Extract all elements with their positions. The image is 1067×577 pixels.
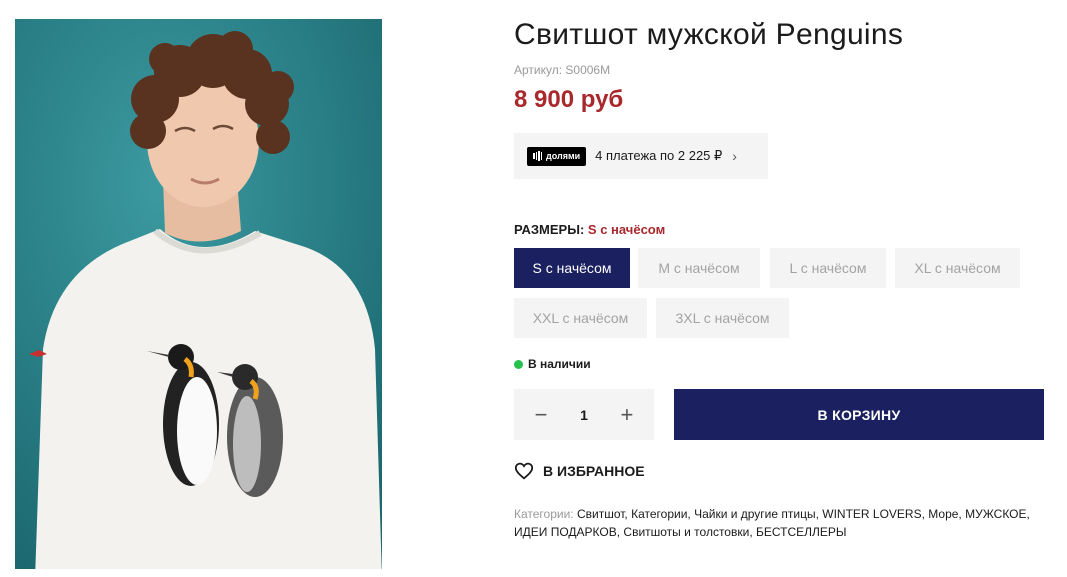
- selected-size: S с начёсом: [587, 222, 666, 237]
- categories: Категории: Свитшот, Категории, Чайки и д…: [514, 505, 1034, 541]
- quantity-stepper: − 1 +: [514, 389, 654, 440]
- dolyami-logo-icon: [533, 151, 542, 161]
- installments-text: 4 платежа по 2 225 ₽: [595, 148, 723, 163]
- size-option-s[interactable]: S с начёсом: [514, 248, 630, 288]
- stock-text: В наличии: [528, 357, 591, 371]
- chevron-right-icon: ›: [732, 148, 737, 164]
- stock-status: В наличии: [514, 357, 591, 371]
- dolyami-badge-label: долями: [546, 151, 581, 161]
- size-option-xl[interactable]: XL с начёсом: [895, 248, 1020, 288]
- product-image[interactable]: [15, 19, 382, 569]
- size-option-3xl[interactable]: 3XL с начёсом: [656, 298, 789, 338]
- dolyami-badge: долями: [527, 146, 587, 166]
- size-option-m[interactable]: M с начёсом: [638, 248, 760, 288]
- size-option-l[interactable]: L с начёсом: [770, 248, 886, 288]
- product-title: Свитшот мужской Penguins: [514, 18, 904, 51]
- sizes-label: РАЗМЕРЫ:: [514, 222, 585, 237]
- sizes-heading: РАЗМЕРЫ: S с начёсом: [514, 222, 665, 237]
- favorites-label: В ИЗБРАННОЕ: [543, 463, 645, 479]
- categories-label: Категории:: [514, 507, 574, 521]
- categories-list[interactable]: Свитшот, Категории, Чайки и другие птицы…: [514, 507, 1030, 539]
- add-to-favorites-button[interactable]: В ИЗБРАННОЕ: [514, 462, 645, 480]
- in-stock-dot-icon: [514, 359, 523, 369]
- product-sku: Артикул: S0006M: [514, 63, 611, 77]
- plus-button[interactable]: +: [618, 403, 636, 426]
- size-option-xxl[interactable]: XXL с начёсом: [514, 298, 647, 338]
- product-photo-illustration: [15, 19, 382, 569]
- quantity-value[interactable]: 1: [580, 407, 588, 423]
- installments-widget[interactable]: долями 4 платежа по 2 225 ₽ ›: [514, 133, 768, 179]
- minus-button[interactable]: −: [532, 403, 550, 426]
- add-to-cart-button[interactable]: В КОРЗИНУ: [674, 389, 1044, 440]
- heart-icon: [514, 462, 534, 480]
- product-price: 8 900 руб: [514, 86, 624, 113]
